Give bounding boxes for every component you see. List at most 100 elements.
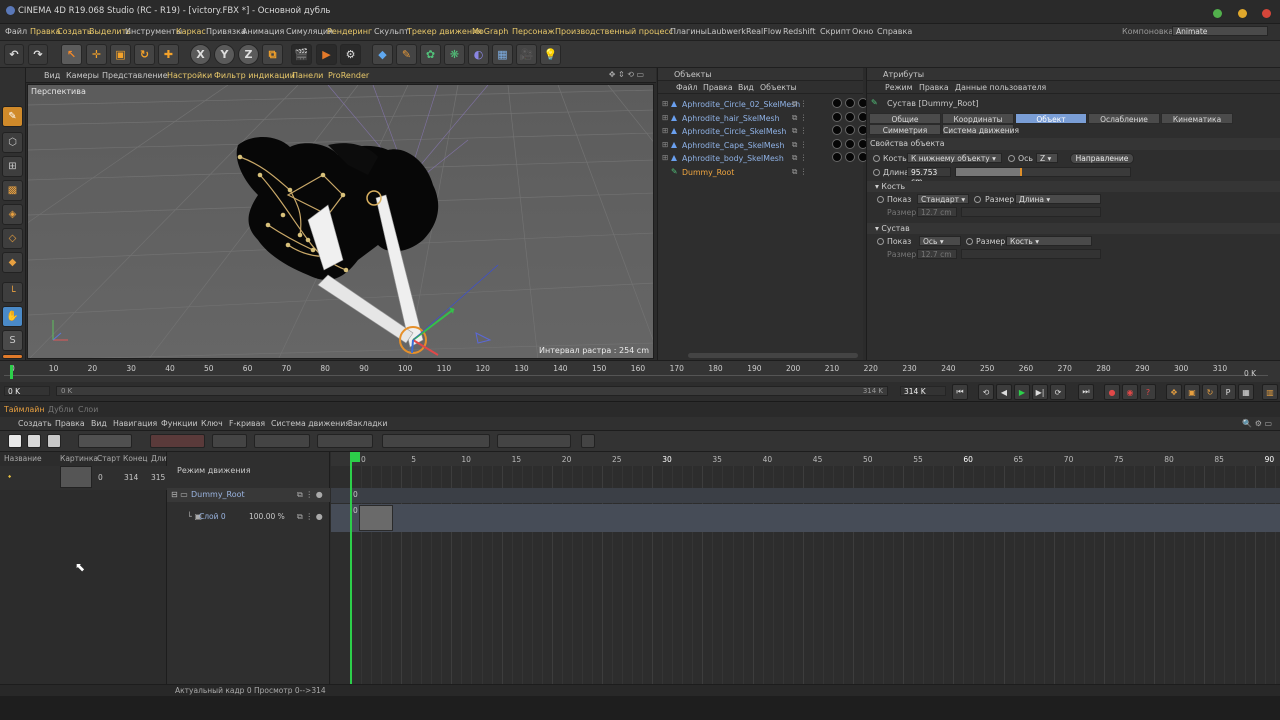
snap-tools-group[interactable] <box>212 434 247 448</box>
redo-icon[interactable]: ↷ <box>28 44 48 65</box>
timeline-grid[interactable]: 0 5 10 15 20 25 30 35 40 45 50 55 60 65 70 75 80 85 90 0 0 <box>331 452 1280 684</box>
timeline-menu-item-0[interactable]: Создать <box>18 419 52 428</box>
expand-icon[interactable]: ⊞ <box>662 140 669 149</box>
close-button[interactable] <box>1262 9 1271 18</box>
viewport-menu-item-2[interactable]: Представление <box>102 71 168 80</box>
length-slider[interactable] <box>955 167 1131 177</box>
visibility-toggle[interactable]: ⧉ ⋮ <box>792 167 807 177</box>
frame-ruler[interactable]: 0102030405060708090100110120130140150160… <box>0 360 1280 384</box>
tweak-icon[interactable]: ✋ <box>2 306 23 327</box>
expand-icon[interactable]: ⊞ <box>662 126 669 135</box>
material-tag-icon[interactable] <box>845 125 855 135</box>
motion-clip[interactable] <box>359 505 393 531</box>
menu-item-21[interactable]: Справка <box>877 27 912 36</box>
timeline-extra-icon[interactable]: ▥ <box>1262 384 1278 400</box>
viewport-perspective[interactable]: Перспектива Интервал растра : 254 cm <box>27 84 654 359</box>
material-tag-icon[interactable] <box>845 138 855 149</box>
material-tag-icon[interactable] <box>845 111 855 122</box>
timeline-menu-item-8[interactable]: Закладки <box>348 419 387 428</box>
timeline-tab-2[interactable]: Слои <box>78 405 98 414</box>
timeline-nav-icons[interactable]: 🔍 ⚙ ▭ <box>1242 419 1272 428</box>
motion-clip-row[interactable]: ⬩ 0 314 315 <box>0 466 167 490</box>
menu-item-8[interactable]: Симуляция <box>286 27 333 36</box>
viewport-menu-item-0[interactable]: Вид <box>44 71 60 80</box>
edges-mode-icon[interactable]: ◇ <box>2 228 23 249</box>
timeline-menu-item-4[interactable]: Функции <box>161 419 198 428</box>
curve-tools-group[interactable] <box>382 434 490 448</box>
viewport-menu-item-1[interactable]: Камеры <box>66 71 99 80</box>
record-param-icon[interactable]: P <box>1220 384 1236 400</box>
menu-item-13[interactable]: Персонаж <box>512 27 555 36</box>
motion-layer-icon[interactable] <box>581 434 595 448</box>
material-tag-icon[interactable] <box>845 152 855 162</box>
menu-item-20[interactable]: Окно <box>852 27 873 36</box>
timeline-menu-item-2[interactable]: Вид <box>91 419 107 428</box>
pen-icon[interactable]: ✎ <box>396 44 417 65</box>
direction-button[interactable]: Направление <box>1070 153 1134 164</box>
menu-item-10[interactable]: Скульпт <box>374 27 409 36</box>
axis-animate-radio[interactable] <box>1008 155 1015 162</box>
length-animate-radio[interactable] <box>873 169 880 176</box>
tree-root-row[interactable]: ⊟ ▭ Dummy_Root ⧉ ⋮ ● <box>167 488 330 502</box>
viewport-menu-item-5[interactable]: Панели <box>292 71 323 80</box>
dopesheet-mode-icon[interactable] <box>8 434 22 448</box>
prev-key-icon[interactable]: ⟲ <box>978 384 994 400</box>
cube-icon[interactable]: ◆ <box>372 44 393 65</box>
expand-icon[interactable]: ⊞ <box>662 99 669 108</box>
object-name[interactable]: Aphrodite_Circle_02_SkelMesh <box>682 100 800 109</box>
menu-item-15[interactable]: Плагины <box>670 27 707 36</box>
bone-animate-radio[interactable] <box>873 155 880 162</box>
material-tag-icon[interactable] <box>832 125 842 135</box>
expand-icon[interactable]: ⊞ <box>662 153 669 162</box>
axis-x-button[interactable]: X <box>190 44 211 65</box>
size-field[interactable]: 12.7 cm <box>917 207 957 217</box>
object-name[interactable]: Dummy_Root <box>682 168 734 177</box>
go-to-start-icon[interactable]: ⏮ <box>952 384 968 400</box>
workplane-icon[interactable]: ▩ <box>2 180 23 201</box>
joint-size-radio[interactable] <box>966 238 973 245</box>
attributes-menu-item-1[interactable]: Правка <box>919 83 949 92</box>
enable-axis-icon[interactable]: └ <box>2 282 23 303</box>
timeline-playhead[interactable] <box>350 452 352 684</box>
bone-group-header[interactable]: ▾ Кость <box>867 181 1280 192</box>
points-mode-icon[interactable]: ◈ <box>2 204 23 225</box>
interp-tools-group[interactable] <box>317 434 373 448</box>
object-name[interactable]: Aphrodite_body_SkelMesh <box>682 154 784 163</box>
render-settings-icon[interactable]: ⚙ <box>340 44 361 65</box>
menu-item-7[interactable]: Анимация <box>242 27 284 36</box>
loop-tools-group[interactable] <box>497 434 571 448</box>
rotate-tool-icon[interactable]: ↻ <box>134 44 155 65</box>
magnet-icon[interactable] <box>2 354 23 359</box>
record-rotation-icon[interactable]: ↻ <box>1202 384 1218 400</box>
layer-track[interactable]: 0 <box>331 504 1280 532</box>
move-tool-icon[interactable]: ✛ <box>86 44 107 65</box>
step-forward-icon[interactable]: ▶| <box>1032 384 1048 400</box>
size-slider[interactable] <box>961 207 1101 217</box>
light-icon[interactable]: 💡 <box>540 44 561 65</box>
menu-item-14[interactable]: Производственный процесс <box>555 27 673 36</box>
timeline-menu-item-5[interactable]: Ключ <box>201 419 223 428</box>
menu-item-17[interactable]: RealFlow <box>746 27 782 36</box>
timeline-playhead-handle[interactable] <box>350 452 360 462</box>
object-name[interactable]: Aphrodite_Cape_SkelMesh <box>682 141 784 150</box>
length-slider-handle[interactable] <box>1020 168 1022 176</box>
viewport-menu-item-3[interactable]: Настройки <box>167 71 212 80</box>
visibility-toggle[interactable]: ⧉ ⋮ <box>792 126 807 136</box>
camera-icon[interactable]: 🎥 <box>516 44 537 65</box>
tree-layer-row[interactable]: └ ▣ Слой 0 100.00 % ⧉ ⋮ ● <box>167 510 330 524</box>
object-row-1[interactable]: ⊞ ▲ Aphrodite_hair_SkelMesh ⧉ ⋮ <box>658 111 868 125</box>
menu-item-1[interactable]: Правка <box>30 27 60 36</box>
deformer-icon[interactable]: ◐ <box>468 44 489 65</box>
autokey-icon[interactable]: ◉ <box>1122 384 1138 400</box>
joint-show-dropdown[interactable]: Ось ▾ <box>919 236 961 246</box>
menu-item-6[interactable]: Привязка <box>206 27 246 36</box>
axis-y-button[interactable]: Y <box>214 44 235 65</box>
object-row-2[interactable]: ⊞ ▲ Aphrodite_Circle_SkelMesh ⧉ ⋮ <box>658 125 868 138</box>
size-radio[interactable] <box>974 196 981 203</box>
attributes-menu-item-0[interactable]: Режим <box>885 83 912 92</box>
root-track[interactable]: 0 <box>331 488 1280 503</box>
show-dropdown[interactable]: Стандарт ▾ <box>917 194 969 204</box>
attr-tab2-1[interactable]: Система движения <box>942 124 1019 135</box>
scale-tool-icon[interactable]: ▣ <box>110 44 131 65</box>
record-scale-icon[interactable]: ▣ <box>1184 384 1200 400</box>
